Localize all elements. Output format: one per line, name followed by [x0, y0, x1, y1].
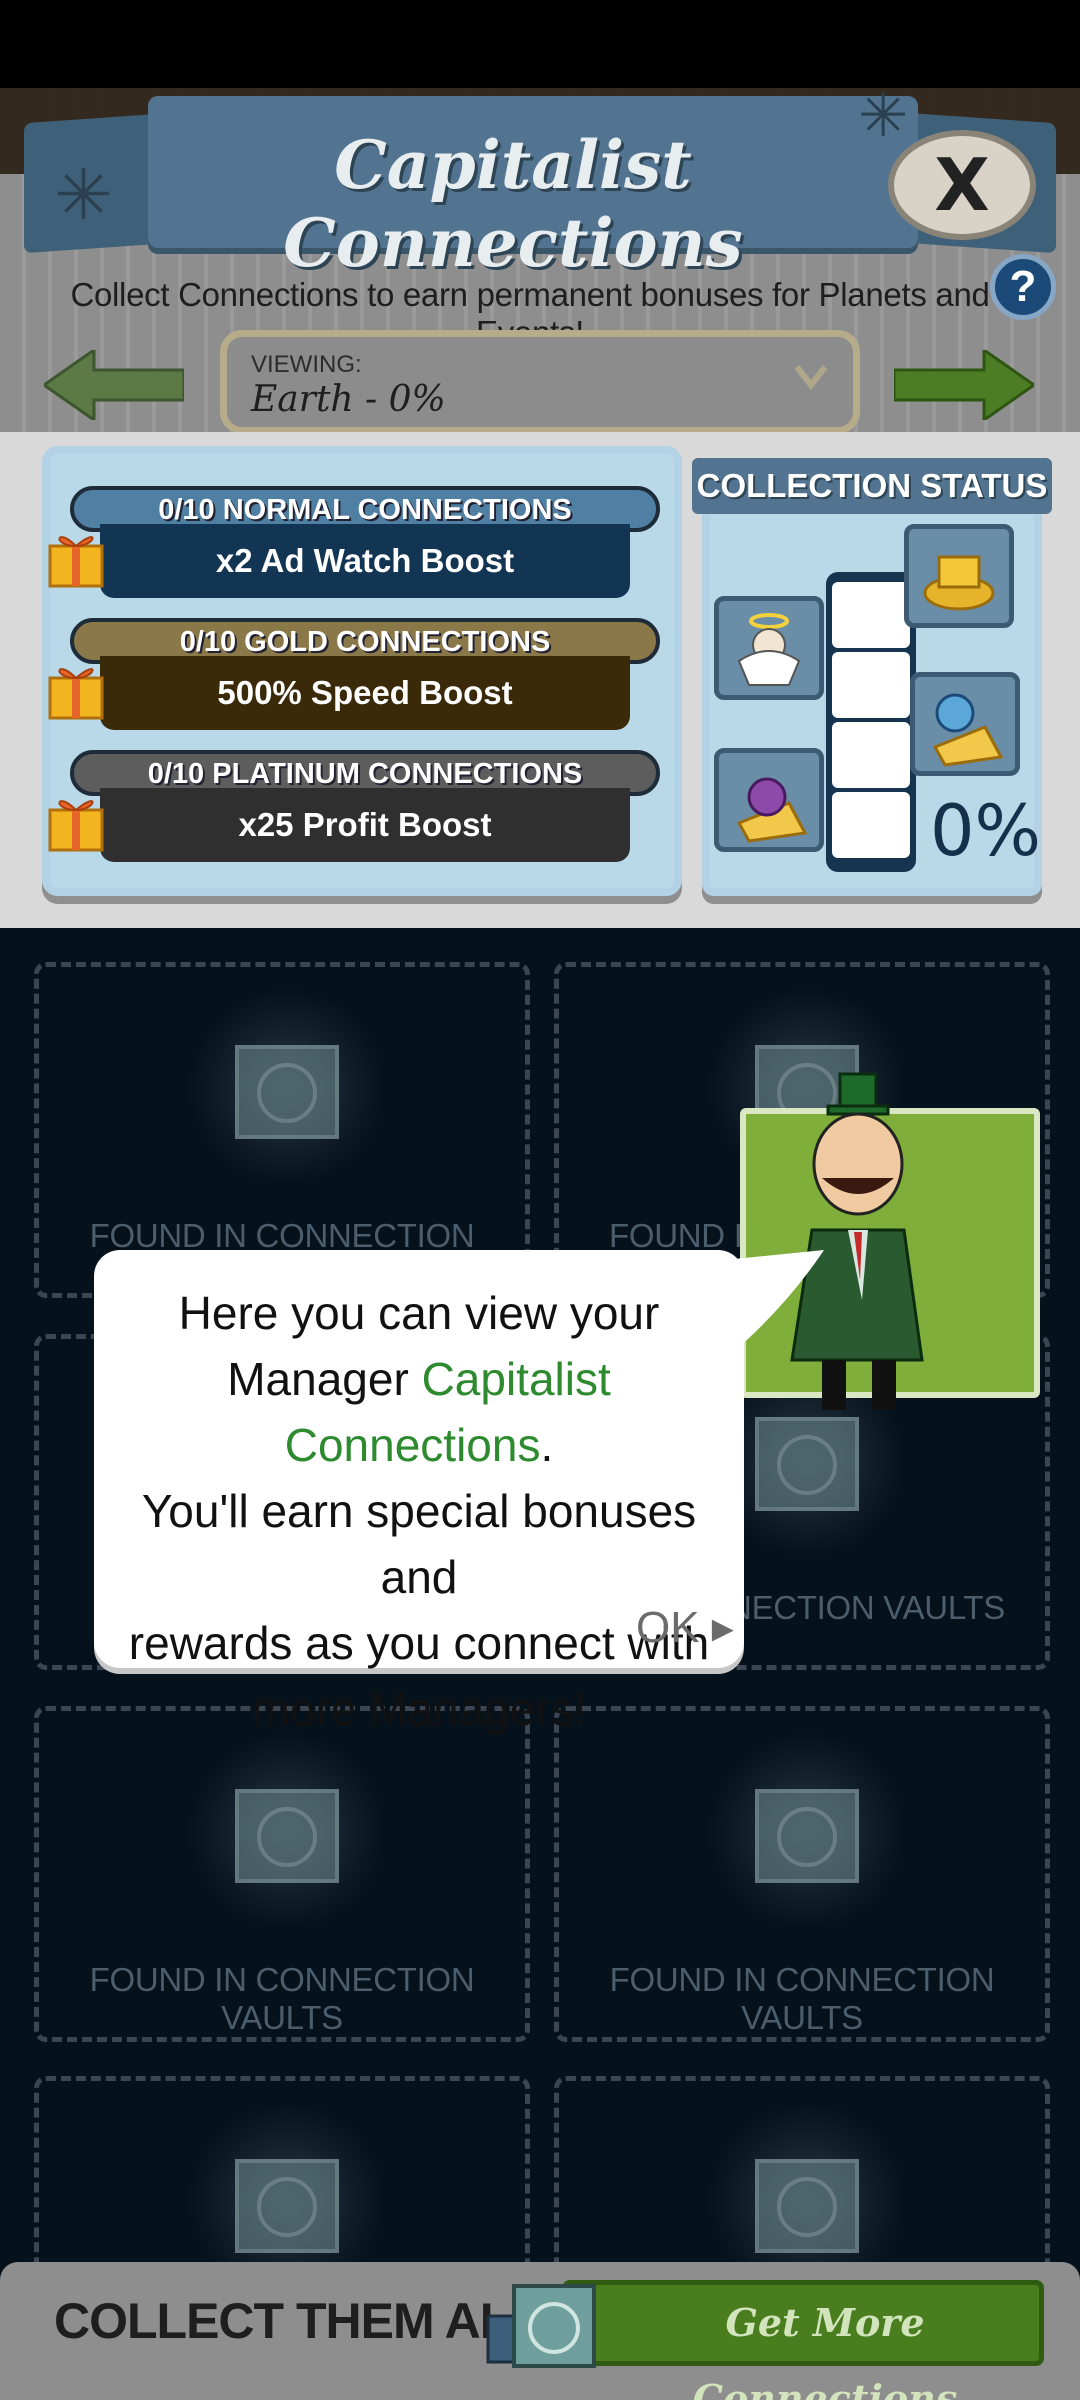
angel-reward-icon[interactable]: [714, 596, 824, 700]
collect-them-all-label: COLLECT THEM ALL!: [54, 2293, 556, 2349]
vault-icon: [235, 1789, 339, 1883]
gift-icon: [48, 800, 104, 852]
collection-status-title: COLLECTION STATUS: [692, 458, 1052, 514]
gold-coins-reward-icon[interactable]: [904, 524, 1014, 628]
bonus-reward: x2 Ad Watch Boost: [100, 524, 630, 598]
vault-icon: [755, 2159, 859, 2253]
chevron-down-icon: [794, 365, 828, 390]
gift-icon: [48, 668, 104, 720]
tutorial-line: rewards as you connect with: [128, 1617, 710, 1669]
status-bar: [0, 0, 1080, 88]
bonus-reward: 500% Speed Boost: [100, 656, 630, 730]
page-title: Capitalist Connections: [283, 126, 743, 282]
progress-cell: [832, 722, 910, 788]
vault-icon: [755, 1789, 859, 1883]
tutorial-line: Here you can view your: [178, 1287, 660, 1339]
tutorial-line: more Managers!: [251, 1683, 587, 1735]
collection-progress-bar: [826, 572, 916, 872]
slot-caption: FOUND IN CONNECTION VAULTS: [89, 1961, 475, 2036]
tutorial-line: You'll earn special bonuses and: [141, 1485, 697, 1603]
time-warp-reward-icon[interactable]: [910, 672, 1020, 776]
help-button[interactable]: ?: [990, 254, 1056, 320]
collection-percent: 0%: [930, 790, 1042, 872]
bonus-reward: x25 Profit Boost: [100, 788, 630, 862]
progress-cell: [832, 582, 910, 648]
tutorial-line: Manager Capitalist Connections.: [124, 1346, 714, 1478]
vault-icon: [235, 2159, 339, 2253]
money-bag-reward-icon[interactable]: [714, 748, 824, 852]
previous-arrow-icon[interactable]: [44, 350, 184, 420]
vault-icon: [235, 1045, 339, 1139]
slot-caption: FOUND IN CONNECTION VAULTS: [609, 1961, 995, 2036]
tutorial-text: .: [540, 1419, 554, 1471]
viewing-value: Earth - 0%: [251, 379, 446, 420]
tutorial-message: Here you can view your Manager Capitalis…: [124, 1280, 714, 1742]
viewing-dropdown[interactable]: VIEWING: Earth - 0%: [220, 330, 860, 434]
next-arrow-icon[interactable]: [894, 350, 1034, 420]
connection-slot[interactable]: FOUND IN CONNECTION VAULTS: [34, 962, 530, 1298]
ok-button[interactable]: OK ▸: [636, 1602, 734, 1653]
connection-slot[interactable]: FOUND IN CONNECTION VAULTS: [554, 1706, 1050, 2042]
tutorial-text: Manager: [227, 1353, 422, 1405]
starburst-icon: ✳: [54, 156, 113, 234]
close-button[interactable]: X: [888, 130, 1036, 240]
connection-slot[interactable]: FOUND IN CONNECTION VAULTS: [34, 1706, 530, 2042]
viewing-label: VIEWING:: [251, 351, 362, 378]
vault-icon: [486, 2284, 596, 2368]
gift-icon: [48, 536, 104, 588]
progress-cell: [832, 652, 910, 718]
progress-cell: [832, 792, 910, 858]
get-more-connections-button[interactable]: Get More Connections: [562, 2280, 1044, 2400]
